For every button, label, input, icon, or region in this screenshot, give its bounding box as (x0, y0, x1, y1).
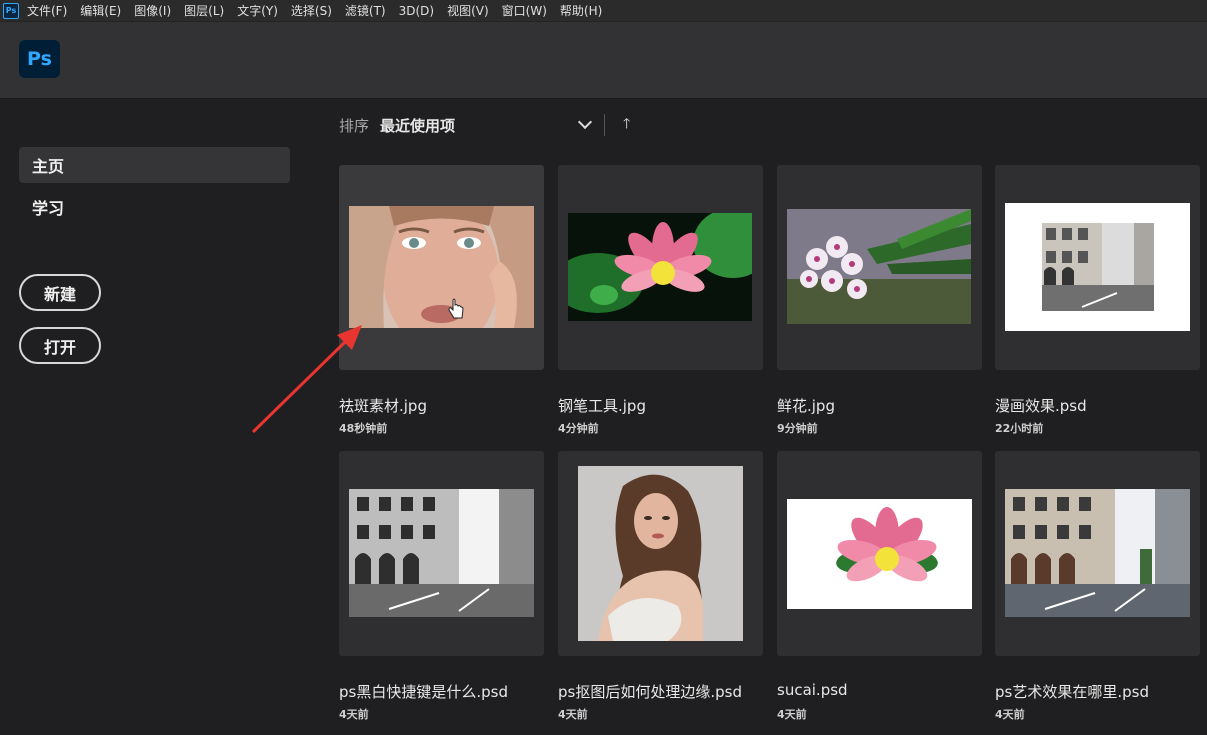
file-card[interactable] (777, 165, 982, 370)
menu-3d[interactable]: 3D(D) (399, 4, 434, 18)
file-thumbnail (787, 499, 972, 609)
file-name[interactable]: ps黑白快捷键是什么.psd (339, 681, 508, 702)
menu-window[interactable]: 窗口(W) (502, 2, 547, 19)
menu-help[interactable]: 帮助(H) (560, 2, 602, 19)
file-name[interactable]: 漫画效果.psd (995, 395, 1087, 416)
file-card[interactable] (777, 451, 982, 656)
file-name[interactable]: 钢笔工具.jpg (558, 395, 646, 416)
file-thumbnail (787, 209, 971, 324)
menu-select[interactable]: 选择(S) (291, 2, 332, 19)
new-button[interactable]: 新建 (19, 274, 101, 311)
file-thumbnail (349, 489, 534, 617)
hand-cursor-icon (448, 298, 464, 319)
file-name[interactable]: ps艺术效果在哪里.psd (995, 681, 1149, 702)
file-thumbnail (1005, 203, 1190, 331)
file-card[interactable] (339, 165, 544, 370)
sidebar: 主页 学习 新建 打开 (0, 100, 305, 735)
file-time: 22小时前 (995, 422, 1044, 435)
sidebar-item-learn[interactable]: 学习 (19, 189, 290, 225)
photoshop-logo[interactable]: Ps (19, 40, 60, 78)
file-thumbnail (578, 466, 743, 641)
app-header: Ps (0, 22, 1207, 99)
file-card[interactable] (339, 451, 544, 656)
sort-bar: 排序 最近使用项 🡑 (339, 112, 630, 138)
divider (604, 114, 606, 136)
file-card[interactable] (995, 451, 1200, 656)
menu-layer[interactable]: 图层(L) (184, 2, 224, 19)
file-thumbnail (568, 213, 752, 321)
file-card[interactable] (558, 451, 763, 656)
file-time: 4天前 (995, 708, 1025, 721)
menu-image[interactable]: 图像(I) (134, 2, 171, 19)
photoshop-app-icon[interactable]: Ps (3, 2, 19, 19)
menu-bar: Ps 文件(F) 编辑(E) 图像(I) 图层(L) 文字(Y) 选择(S) 滤… (0, 0, 1207, 22)
file-thumbnail (349, 206, 534, 328)
sidebar-item-home[interactable]: 主页 (19, 147, 290, 183)
file-card[interactable] (995, 165, 1200, 370)
sort-dropdown-value[interactable]: 最近使用项 (380, 115, 580, 136)
file-time: 48秒钟前 (339, 422, 388, 435)
file-name[interactable]: sucai.psd (777, 681, 848, 699)
file-time: 4天前 (339, 708, 369, 721)
menu-type[interactable]: 文字(Y) (237, 2, 278, 19)
menu-filter[interactable]: 滤镜(T) (345, 2, 386, 19)
file-time: 9分钟前 (777, 422, 818, 435)
sort-label: 排序 (339, 116, 370, 135)
chevron-down-icon[interactable] (577, 114, 593, 130)
open-button[interactable]: 打开 (19, 327, 101, 364)
file-card[interactable] (558, 165, 763, 370)
file-name[interactable]: ps抠图后如何处理边缘.psd (558, 681, 742, 702)
file-thumbnail (1005, 489, 1190, 617)
menu-view[interactable]: 视图(V) (447, 2, 489, 19)
file-time: 4天前 (777, 708, 807, 721)
file-time: 4天前 (558, 708, 588, 721)
file-name[interactable]: 鲜花.jpg (777, 395, 835, 416)
menu-edit[interactable]: 编辑(E) (80, 2, 121, 19)
file-name[interactable]: 祛斑素材.jpg (339, 395, 427, 416)
arrow-up-icon[interactable]: 🡑 (623, 113, 630, 137)
file-time: 4分钟前 (558, 422, 599, 435)
menu-file[interactable]: 文件(F) (27, 2, 67, 19)
